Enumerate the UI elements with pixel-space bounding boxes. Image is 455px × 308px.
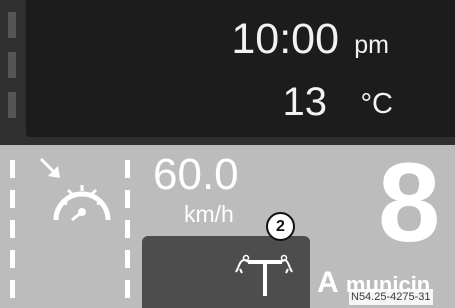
field-tool-t-icon <box>235 254 293 296</box>
lane-line-segment <box>125 160 130 178</box>
instrument-cluster-display: 10:00 pm 13 °C 60.0 km/h 8 2 A municin N… <box>0 0 455 308</box>
gear-indicator: 8 <box>378 140 441 265</box>
cruise-control-speedometer-icon <box>53 185 111 222</box>
temperature-value: 13 <box>282 80 328 124</box>
temperature-unit: °C <box>360 88 393 120</box>
clock-time-unit: pm <box>354 31 389 59</box>
lane-line-segment <box>10 280 15 298</box>
left-edge-segment <box>8 52 16 78</box>
clock-time-value: 10:00 <box>231 15 339 63</box>
lane-line-segment <box>10 190 15 208</box>
lane-line-segment <box>10 160 15 178</box>
lane-line-segment <box>125 220 130 238</box>
cruise-speed-value: 60.0 <box>153 150 239 199</box>
lane-line-segment <box>10 220 15 238</box>
cruise-speed-unit: km/h <box>184 201 234 227</box>
lane-line-segment <box>125 190 130 208</box>
lane-line-segment <box>125 280 130 298</box>
left-edge-segment <box>8 92 16 118</box>
ammo-label-initial: A <box>317 266 338 299</box>
figure-code: N54.25-4275-31 <box>349 289 433 305</box>
lane-line-segment <box>10 250 15 268</box>
left-edge-segment <box>8 12 16 38</box>
callout-marker: 2 <box>266 212 295 241</box>
implement-status-box <box>142 236 310 308</box>
lane-line-segment <box>125 250 130 268</box>
